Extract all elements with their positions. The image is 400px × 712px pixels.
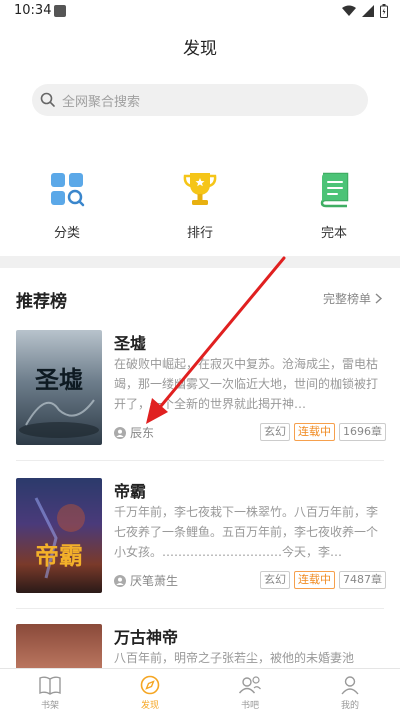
full-ranking-label: 完整榜单: [322, 292, 371, 306]
book-item-wangushendi[interactable]: 万古神帝 八百年前，明帝之子张若尘，被他的未婚妻池: [16, 624, 386, 668]
tab-discover[interactable]: 发现: [100, 669, 200, 712]
search-icon: [40, 92, 55, 107]
compass-icon: [140, 675, 160, 695]
trophy-icon: [183, 173, 217, 205]
category-label: 分类: [53, 226, 80, 241]
chapter-count-tag: 1696章: [339, 423, 386, 441]
status-tag: 连载中: [294, 423, 335, 441]
wifi-icon: [342, 5, 356, 16]
signal-icon: [362, 5, 374, 17]
status-indicators: [342, 4, 388, 18]
cover-title: 帝霸: [35, 541, 83, 570]
status-bar: 10:34: [0, 0, 400, 24]
book-title: 万古神帝: [114, 628, 179, 647]
book-item-diba[interactable]: 帝霸 帝霸 千万年前，李七夜栽下一株翠竹。八百万年前，李七夜养了一条鲤鱼。五百万…: [16, 478, 386, 593]
full-ranking-link[interactable]: 完整榜单: [323, 290, 382, 307]
ranking-label: 排行: [186, 226, 213, 241]
category-button[interactable]: 分类: [27, 170, 107, 241]
page-title: 发现: [183, 39, 217, 59]
finished-label: 完本: [320, 226, 347, 241]
book-cover[interactable]: [16, 624, 102, 668]
recommend-title: 推荐榜: [16, 292, 67, 312]
book-author: 厌笔萧生: [114, 572, 178, 589]
book-description: 千万年前，李七夜栽下一株翠竹。八百万年前，李七夜养了一条鲤鱼。五百万年前，李七夜…: [114, 505, 379, 559]
list-divider: [16, 608, 384, 609]
chevron-right-icon: [375, 293, 382, 304]
ranking-button[interactable]: 排行: [160, 170, 240, 241]
genre-tag: 玄幻: [260, 571, 290, 589]
tab-community[interactable]: 书吧: [200, 669, 300, 712]
book-tags: 玄幻 连载中 7487章: [260, 571, 386, 589]
discover-header-area: 发现 全网聚合搜索 分类 排行 完本: [0, 24, 400, 256]
book-description: 八百年前，明帝之子张若尘，被他的未婚妻池: [114, 651, 355, 665]
book-icon: [320, 172, 349, 208]
tab-label: 发现: [140, 701, 159, 711]
tab-label: 书吧: [240, 701, 259, 711]
author-icon: [114, 574, 126, 587]
author-icon: [114, 426, 126, 439]
book-cover[interactable]: 帝霸: [16, 478, 102, 593]
bottom-tab-bar: 书架 发现 书吧 我的: [0, 668, 400, 712]
chapter-count-tag: 7487章: [339, 571, 386, 589]
battery-icon: [380, 4, 388, 18]
cover-title: 圣墟: [35, 365, 83, 394]
recommend-section: 推荐榜 完整榜单 圣墟 圣墟 在破败中崛起，在寂灭中复苏。沧海成尘，雷电枯竭，那…: [0, 268, 400, 668]
author-name: 辰东: [130, 426, 155, 440]
book-title: 帝霸: [114, 482, 147, 501]
list-divider: [16, 460, 384, 461]
section-divider: [0, 256, 400, 268]
community-icon: [238, 676, 261, 694]
book-cover[interactable]: 圣墟: [16, 330, 102, 445]
book-description: 在破败中崛起，在寂灭中复苏。沧海成尘，雷电枯竭，那一缕幽雾又一次临近大地，世间的…: [114, 357, 379, 411]
search-input[interactable]: 全网聚合搜索: [32, 84, 368, 116]
search-placeholder: 全网聚合搜索: [62, 95, 141, 110]
book-item-shengxu[interactable]: 圣墟 圣墟 在破败中崛起，在寂灭中复苏。沧海成尘，雷电枯竭，那一缕幽雾又一次临近…: [16, 330, 386, 445]
bookshelf-icon: [39, 676, 61, 695]
tab-bookshelf[interactable]: 书架: [0, 669, 100, 712]
notification-app-icon: [54, 5, 66, 17]
tab-label: 我的: [340, 701, 359, 711]
genre-tag: 玄幻: [260, 423, 290, 441]
tab-label: 书架: [40, 701, 59, 711]
book-title: 圣墟: [114, 334, 147, 353]
status-time: 10:34: [14, 3, 52, 18]
profile-icon: [341, 676, 359, 695]
status-tag: 连载中: [294, 571, 335, 589]
finished-button[interactable]: 完本: [294, 170, 374, 241]
tab-profile[interactable]: 我的: [300, 669, 400, 712]
book-tags: 玄幻 连载中 1696章: [260, 423, 386, 441]
category-grid-icon: [51, 173, 85, 207]
author-name: 厌笔萧生: [130, 574, 179, 588]
book-author: 辰东: [114, 424, 154, 441]
